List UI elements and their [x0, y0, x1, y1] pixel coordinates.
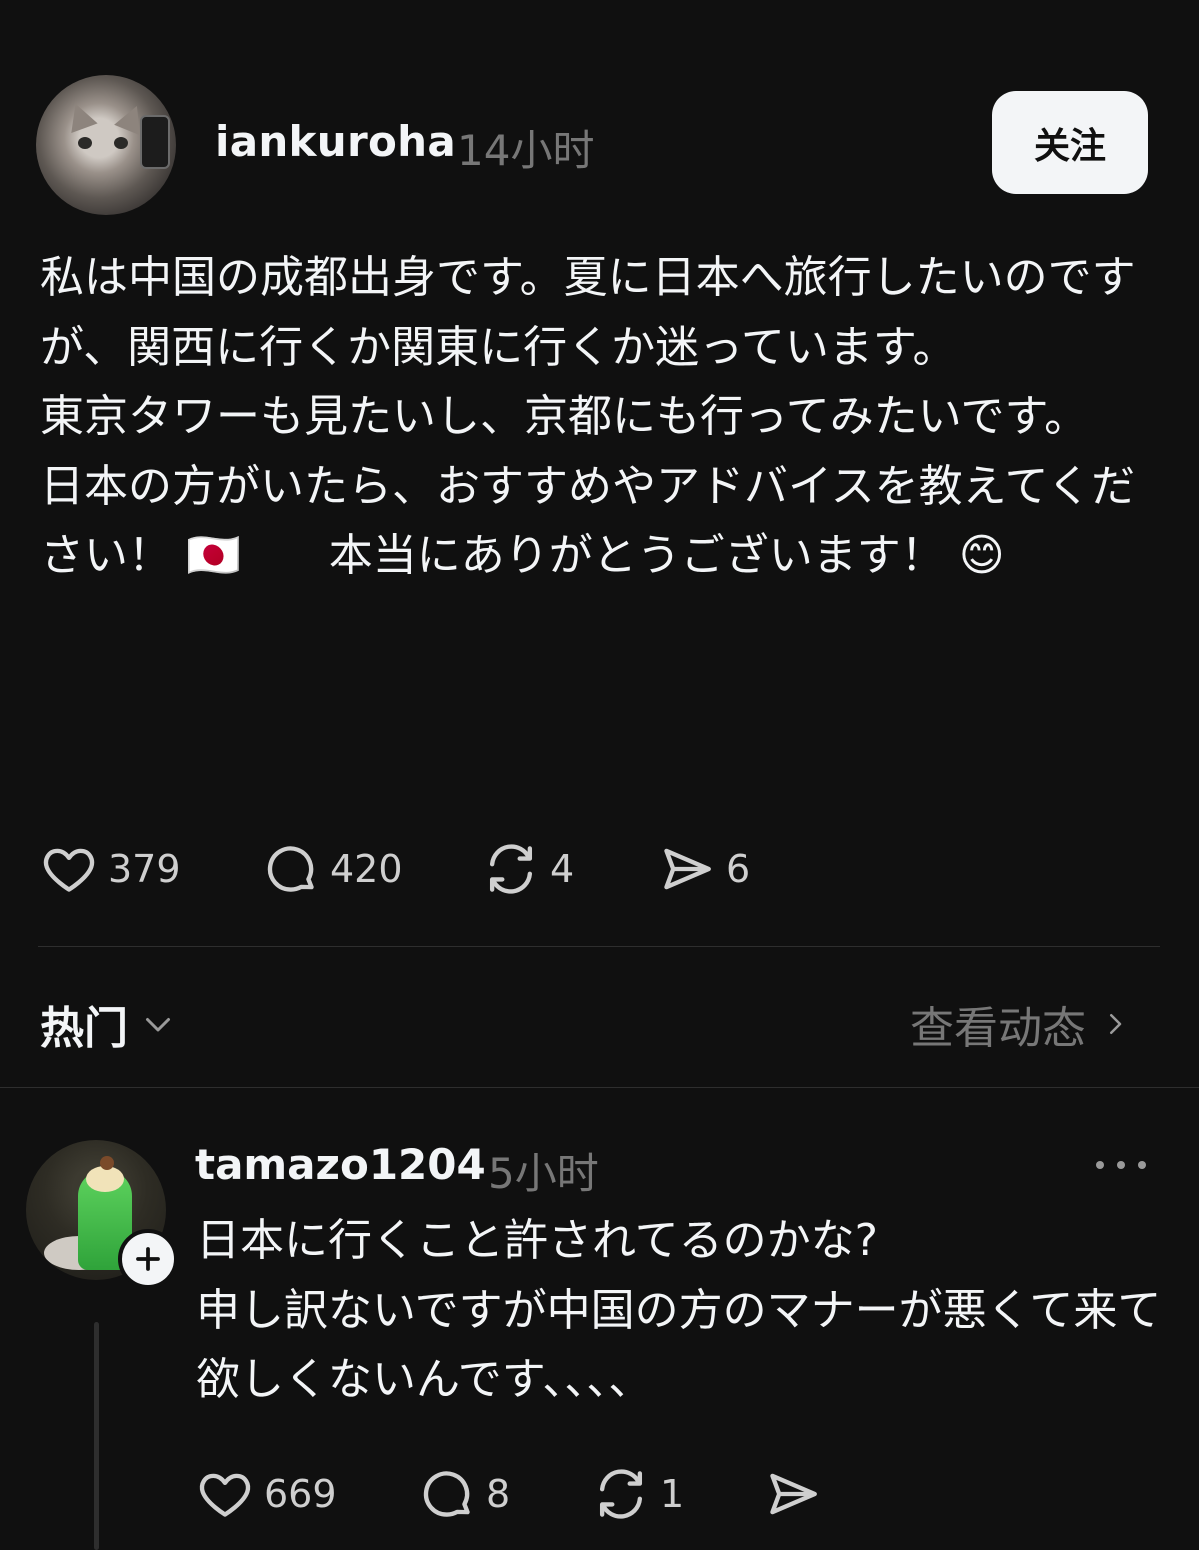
post-author-username[interactable]: iankuroha: [215, 117, 456, 166]
reply-comment-count: 8: [486, 1472, 511, 1516]
share-icon: [664, 848, 711, 890]
share-button[interactable]: 6: [658, 840, 750, 898]
more-icon: [1096, 1161, 1104, 1169]
repost-count: 4: [550, 847, 575, 891]
repost-icon: [489, 844, 533, 894]
heart-icon: [199, 1473, 251, 1517]
section-divider: [0, 1087, 1199, 1088]
comment-button[interactable]: 420: [262, 840, 403, 898]
comment-icon: [423, 1471, 470, 1517]
reply-share-button[interactable]: [764, 1465, 822, 1523]
reply-timestamp: 5小时: [488, 1149, 599, 1198]
more-options-button[interactable]: [1096, 1150, 1146, 1180]
reply-repost-button[interactable]: 1: [592, 1465, 684, 1523]
view-activity-label: 查看动态: [910, 1003, 1086, 1054]
comment-count: 420: [330, 847, 403, 891]
follow-plus-button[interactable]: [118, 1229, 178, 1289]
reply-text: 日本に行くこと許されてるのかな? 申し訳ないですが中国の方のマナーが悪くて来て欲…: [196, 1215, 1162, 1405]
chevron-down-icon: [146, 1018, 170, 1032]
share-count: 6: [726, 847, 751, 891]
plus-icon: [136, 1247, 160, 1271]
reply-author-username[interactable]: tamazo1204: [195, 1140, 486, 1189]
share-icon: [770, 1473, 817, 1515]
thread-line: [94, 1322, 99, 1550]
post-text: 私は中国の成都出身です。夏に日本へ旅行したいのですが、関西に行くか関東に行くか迷…: [40, 252, 1136, 581]
reply-like-count: 669: [264, 1472, 337, 1516]
heart-icon: [43, 848, 95, 892]
sort-dropdown[interactable]: 热门: [40, 992, 176, 1056]
sort-label: 热门: [40, 1003, 128, 1054]
post-timestamp: 14小时: [457, 126, 595, 175]
divider: [38, 946, 1160, 947]
reply-like-button[interactable]: 669: [196, 1465, 337, 1523]
like-count: 379: [108, 847, 181, 891]
like-button[interactable]: 379: [40, 840, 181, 898]
post-author-avatar[interactable]: [36, 75, 176, 215]
repost-button[interactable]: 4: [482, 840, 574, 898]
reply-repost-count: 1: [660, 1472, 685, 1516]
reply-comment-button[interactable]: 8: [418, 1465, 510, 1523]
view-activity-link[interactable]: 查看动态: [910, 992, 1130, 1056]
comment-icon: [267, 846, 314, 892]
repost-icon: [599, 1469, 643, 1519]
follow-button[interactable]: 关注: [992, 91, 1148, 194]
chevron-right-icon: [1110, 1014, 1122, 1034]
